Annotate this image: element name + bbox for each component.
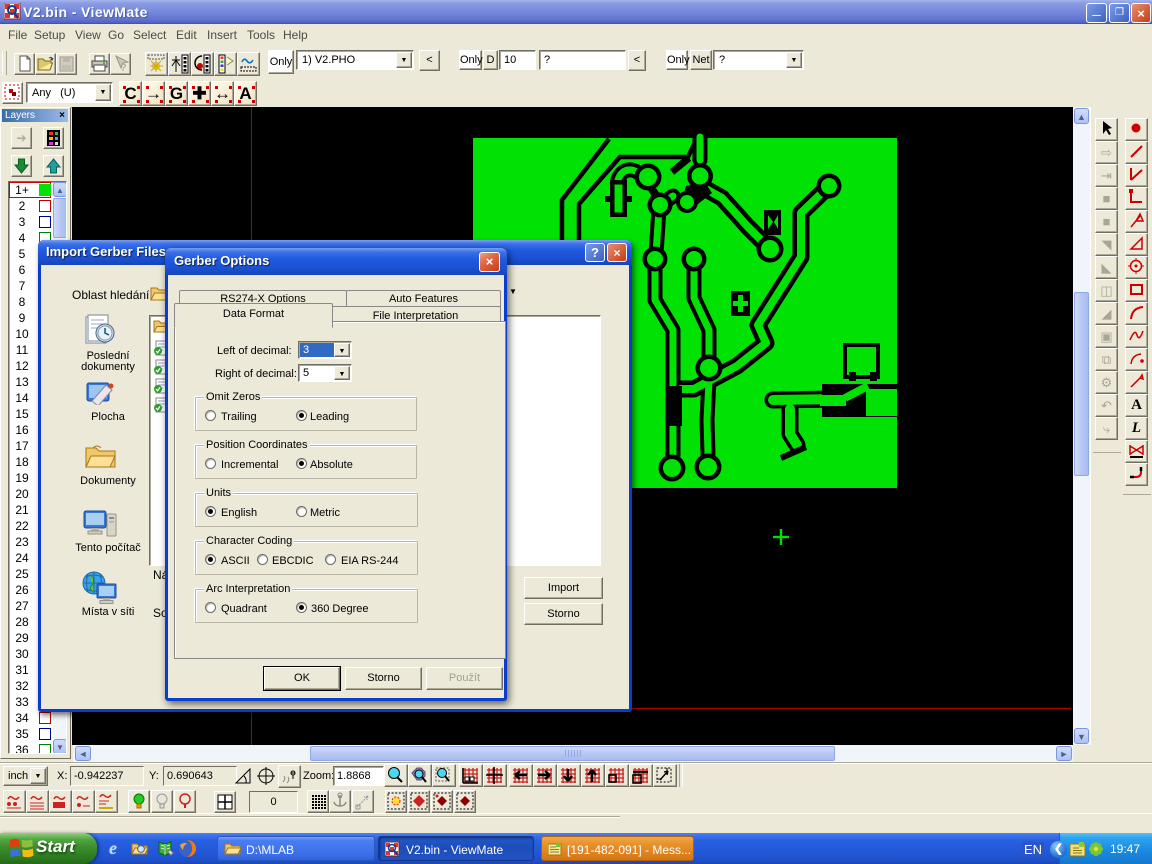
svg-text:?: ? bbox=[120, 62, 127, 74]
